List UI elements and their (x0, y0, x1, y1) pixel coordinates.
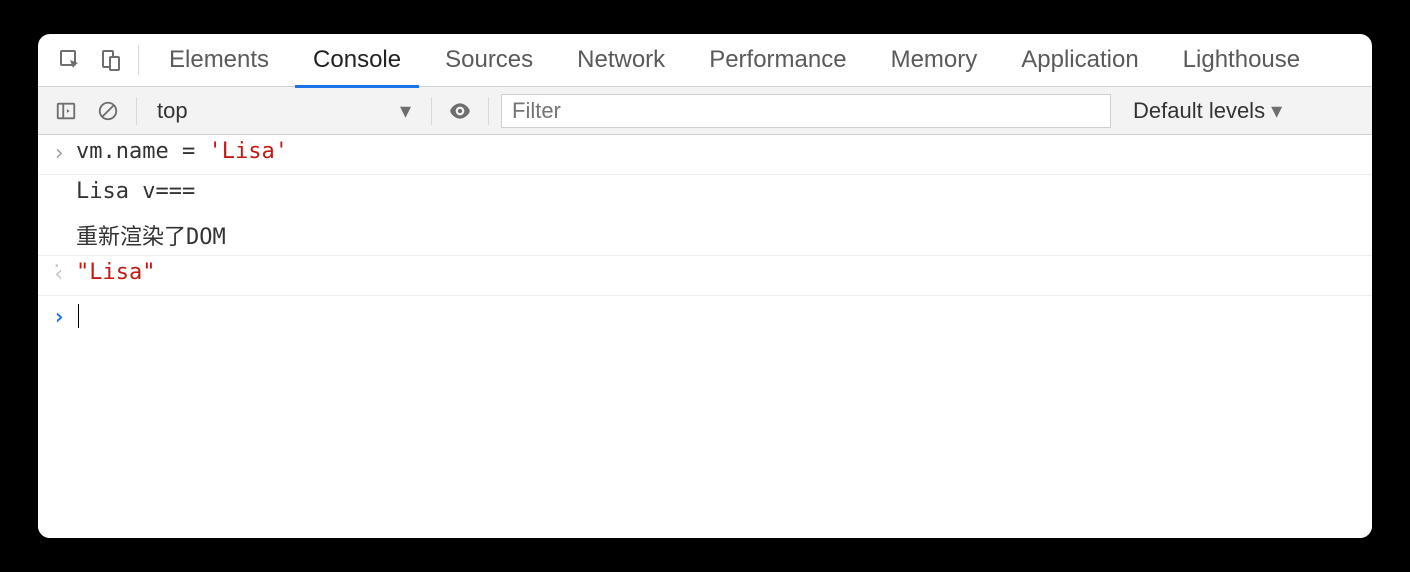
device-toolbar-icon[interactable] (90, 34, 130, 87)
console-input-row: ›vm.name = 'Lisa' (38, 135, 1372, 175)
dropdown-triangle-icon: ▾ (400, 98, 411, 124)
log-gutter (48, 179, 70, 181)
tab-memory[interactable]: Memory (869, 34, 1000, 87)
text-caret (78, 304, 79, 328)
tabs-host: ElementsConsoleSourcesNetworkPerformance… (147, 34, 1322, 87)
tab-elements[interactable]: Elements (147, 34, 291, 87)
tab-sources[interactable]: Sources (423, 34, 555, 87)
log-levels-selector[interactable]: Default levels ▾ (1133, 98, 1282, 124)
console-body[interactable]: ›vm.name = 'Lisa'Lisa v===重新渲染了DOM‹·"Lis… (38, 135, 1372, 538)
console-entry-content: Lisa v=== (70, 179, 195, 204)
console-entry-content: 重新渲染了DOM (70, 219, 226, 251)
tab-network[interactable]: Network (555, 34, 687, 87)
console-log-row: 重新渲染了DOM (38, 215, 1372, 256)
log-gutter (48, 219, 70, 221)
toolbar-divider-1 (136, 97, 137, 125)
tab-lighthouse[interactable]: Lighthouse (1161, 34, 1322, 87)
toolbar-divider-2 (431, 97, 432, 125)
prompt-chevron-icon: › (48, 303, 70, 330)
toolbar-divider-3 (488, 97, 489, 125)
output-chevron-icon: ‹· (48, 260, 70, 287)
console-log-row: Lisa v=== (38, 175, 1372, 215)
log-levels-label: Default levels (1133, 98, 1265, 124)
inspect-element-icon[interactable] (50, 34, 90, 87)
main-tabbar: ElementsConsoleSourcesNetworkPerformance… (38, 34, 1372, 87)
execution-context-selector[interactable]: top ▾ (149, 95, 419, 127)
input-chevron-icon: › (48, 139, 70, 166)
console-entry-content: "Lisa" (70, 260, 155, 285)
console-entry-content: vm.name = 'Lisa' (70, 139, 288, 164)
console-output-row: ‹·"Lisa" (38, 256, 1372, 296)
console-toolbar: top ▾ Default levels ▾ (38, 87, 1372, 135)
clear-console-icon[interactable] (92, 95, 124, 127)
tab-application[interactable]: Application (999, 34, 1160, 87)
filter-input[interactable] (501, 94, 1111, 128)
devtools-panel: ElementsConsoleSourcesNetworkPerformance… (38, 34, 1372, 538)
dropdown-triangle-icon: ▾ (1271, 98, 1282, 124)
console-prompt-row[interactable]: › (38, 296, 1372, 336)
sidebar-toggle-icon[interactable] (50, 95, 82, 127)
live-expression-icon[interactable] (444, 95, 476, 127)
tabbar-divider (138, 45, 139, 75)
tab-console[interactable]: Console (291, 34, 423, 87)
tab-performance[interactable]: Performance (687, 34, 868, 87)
execution-context-label: top (157, 98, 188, 124)
